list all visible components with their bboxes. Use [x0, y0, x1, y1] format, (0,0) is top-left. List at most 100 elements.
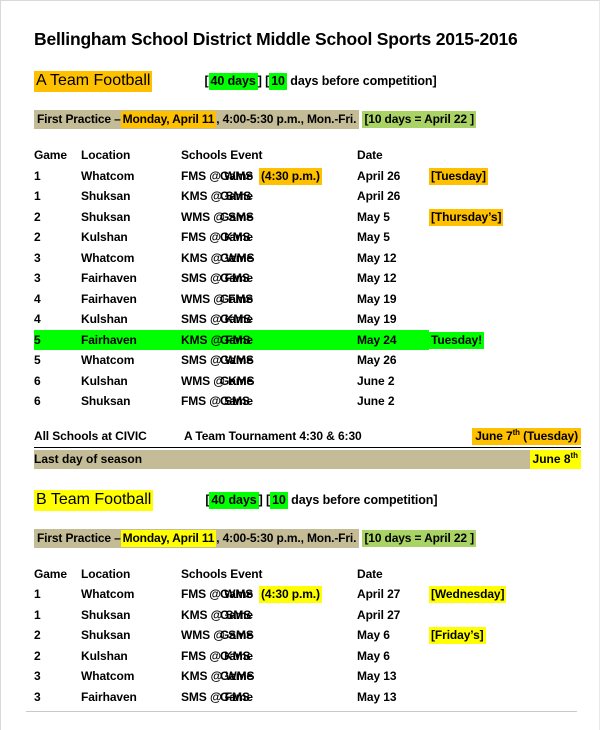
cell-matchup: FMS @ WMS [181, 587, 254, 602]
table-row: 1 Whatcom FMS @ WMS Game (4:30 p.m.) April 26… [34, 166, 581, 187]
cell-game: 2 [34, 209, 41, 224]
column-header-date: Date [357, 148, 383, 163]
last-day-date-ordinal: th [570, 450, 578, 460]
cell-event: Game [220, 648, 253, 663]
cell-game: 5 [34, 329, 81, 350]
cell-time [259, 329, 357, 350]
cell-event: Game [220, 189, 253, 204]
cell-game: 3 [34, 689, 41, 704]
cell-note [429, 605, 581, 626]
cell-note [429, 309, 581, 330]
cell-date: May 24 [357, 329, 429, 350]
note-tail: days before competition] [287, 492, 438, 507]
table-row: 5 Fairhaven KMS @ FMS Game May 24 Tuesday! [34, 329, 581, 350]
cell-location: Shuksan [81, 209, 131, 224]
cell-time [259, 227, 357, 248]
table-row: 2 Shuksan WMS @ SMS Game May 6 [Friday’s] [34, 625, 581, 646]
first-practice-bar: First Practice – Monday, April 11, 4:00-5… [34, 528, 360, 548]
cell-event: Game [220, 689, 253, 704]
tournament-date: June 7th (Tuesday) [472, 427, 581, 445]
first-practice-line-b-team: First Practice – Monday, April 11, 4:00-5… [34, 528, 581, 548]
cell-matchup: SMS @ WMS [181, 353, 254, 368]
column-header-time-spacer [259, 564, 357, 585]
cell-location: Shuksan [81, 189, 131, 204]
cell-note-value: [Friday’s] [429, 627, 486, 645]
tournament-block: All Schools at CIVIC A Team Tournament 4:… [34, 427, 581, 448]
cell-matchup: SMS @ FMS [181, 689, 250, 704]
cell-date: May 5 [357, 230, 390, 245]
cell-note: [Tuesday] [429, 166, 581, 187]
section-heading-b-team: B Team Football [40 days] [10 days before… [34, 489, 581, 511]
cell-game: 2 [34, 628, 41, 643]
first-practice-bar: First Practice – Monday, April 11, 4:00-5… [34, 110, 360, 129]
practice-details: , 4:00-5:30 p.m., Mon.-Fri. [216, 530, 357, 545]
cell-time [259, 391, 357, 412]
cell-game: 1 [34, 587, 41, 602]
cell-game: 4 [34, 312, 41, 327]
cell-note [429, 350, 581, 371]
cell-date: May 5 [357, 209, 390, 224]
cell-date: April 26 [357, 168, 401, 183]
cell-time [259, 371, 357, 392]
cell-location: Whatcom [81, 353, 135, 368]
section-heading-a-team: A Team Football [40 days] [10 days before… [34, 71, 581, 92]
cell-time [259, 666, 357, 687]
page-break-rule [26, 711, 577, 712]
table-row: 1 Shuksan KMS @ SMS Game April 26 [34, 186, 581, 207]
cell-matchup: KMS @ SMS [181, 607, 252, 622]
cell-game: 6 [34, 394, 41, 409]
cell-location: Fairhaven [81, 329, 181, 350]
cell-date: May 19 [357, 291, 397, 306]
table-row: 3 Fairhaven SMS @ FMS Game May 12 [34, 268, 581, 289]
cell-game: 1 [34, 607, 41, 622]
cell-event: Game [220, 394, 253, 409]
cell-time [259, 289, 357, 310]
cell-location: Whatcom [81, 250, 135, 265]
cell-time [259, 309, 357, 330]
cell-date: June 2 [357, 373, 395, 388]
cell-event: Game [220, 312, 253, 327]
tournament-date-ordinal: th [512, 427, 520, 437]
cell-matchup: WMS @ SMS [181, 209, 254, 224]
cell-location: Shuksan [81, 607, 131, 622]
cell-time [259, 687, 357, 708]
note-mid-bracket: ] [ [257, 74, 270, 88]
note-days-before: 10 [269, 73, 287, 90]
cell-date: May 6 [357, 648, 390, 663]
last-day-row: Last day of season June 8th [34, 449, 581, 469]
cell-game: 3 [34, 250, 41, 265]
column-header-time-spacer [259, 145, 357, 166]
cell-location: Kulshan [81, 230, 128, 245]
cell-date: April 26 [357, 189, 401, 204]
section-title: A Team Football [34, 71, 153, 92]
schedule-table-b-team: Game Location Schools Event Date 1 Whatcom FMS… [34, 564, 581, 708]
cell-location: Shuksan [81, 394, 131, 409]
table-row: 3 Whatcom KMS @ WMS Game May 13 [34, 666, 581, 687]
cell-game: 3 [34, 669, 41, 684]
table-row: 3 Whatcom KMS @ WMS Game May 12 [34, 248, 581, 269]
cell-note [429, 391, 581, 412]
table-header-row: Game Location Schools Event Date [34, 564, 581, 585]
cell-date: April 27 [357, 587, 401, 602]
section-a-team: A Team Football [40 days] [10 days before… [34, 71, 581, 469]
cell-time-value: (4:30 p.m.) [259, 586, 322, 604]
section-days-note: [40 days] [10 days before competition] [204, 73, 437, 90]
table-row: 3 Fairhaven SMS @ FMS Game May 13 [34, 687, 581, 708]
cell-matchup: FMS @ SMS [181, 394, 250, 409]
note-total-days: 40 days [209, 491, 259, 509]
cell-matchup: KMS @ WMS [181, 669, 255, 684]
cell-game: 3 [34, 271, 41, 286]
cell-date: April 27 [357, 607, 401, 622]
cell-matchup: KMS @ FMS [181, 329, 251, 350]
cell-game: 1 [34, 189, 41, 204]
sections-container: A Team Football [40 days] [10 days before… [34, 71, 581, 707]
cell-time [259, 248, 357, 269]
cell-location: Fairhaven [81, 271, 137, 286]
practice-date: Monday, April 11 [120, 529, 217, 547]
table-row: 1 Whatcom FMS @ WMS Game (4:30 p.m.) April 27… [34, 584, 581, 605]
cell-location: Fairhaven [81, 291, 137, 306]
table-row: 2 Kulshan FMS @ KMS Game May 6 [34, 646, 581, 667]
tournament-day-name: (Tuesday) [519, 428, 578, 443]
table-row: 2 Kulshan FMS @ KMS Game May 5 [34, 227, 581, 248]
cell-location: Kulshan [81, 312, 128, 327]
